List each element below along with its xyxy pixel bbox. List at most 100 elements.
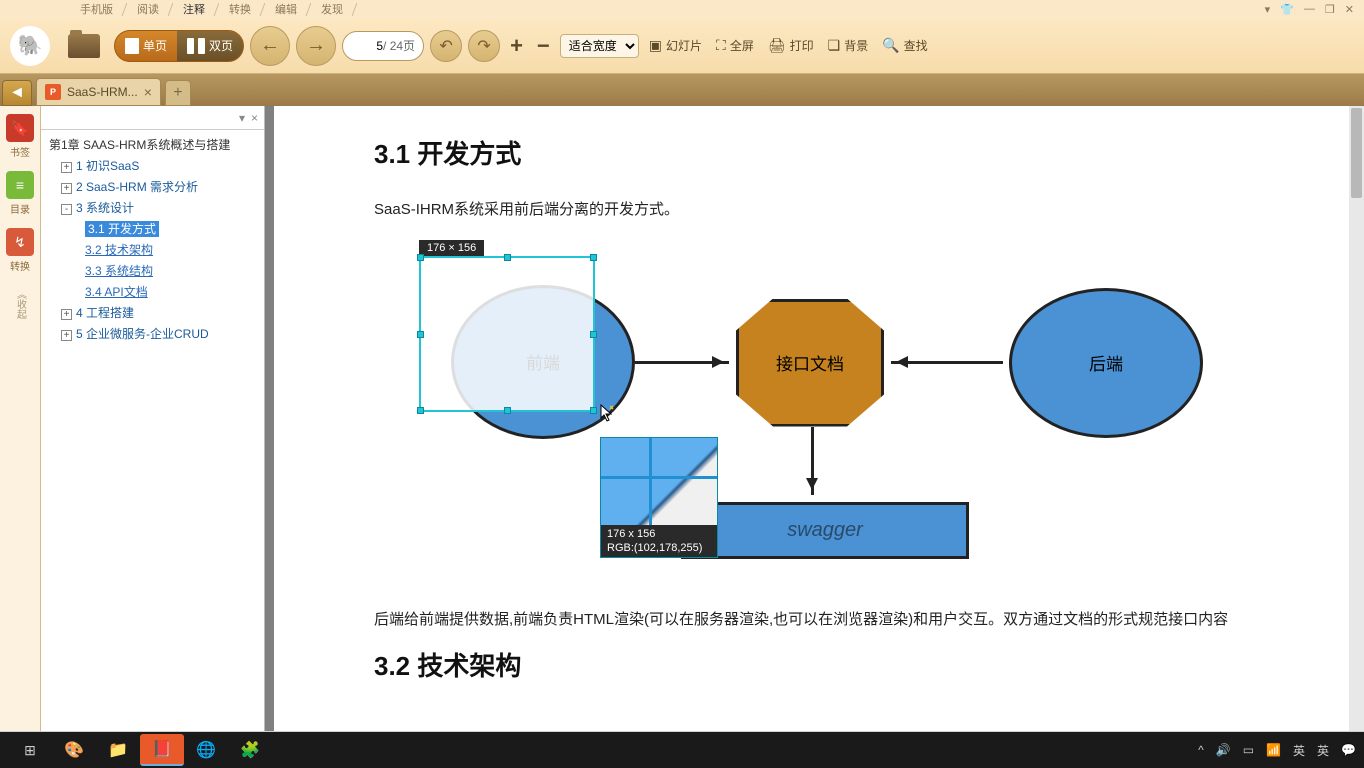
rail-bookmarks[interactable]: 🔖书签 xyxy=(4,114,36,159)
page-mode-group: 单页 双页 xyxy=(114,30,244,62)
fullscreen-icon: ⛶ xyxy=(716,37,726,54)
arrow xyxy=(891,361,1003,364)
rotate-right-button[interactable]: ↷ xyxy=(468,30,500,62)
prev-page-button[interactable]: ← xyxy=(250,26,290,66)
tray-volume-icon[interactable]: 🔊 xyxy=(1216,743,1231,757)
task-pdf[interactable]: 📕 xyxy=(140,734,184,766)
next-page-button[interactable]: → xyxy=(296,26,336,66)
magnifier-preview xyxy=(601,438,717,525)
close-icon[interactable]: ✕ xyxy=(1345,3,1354,16)
taskbar: ⊞ 🎨 📁 📕 🌐 🧩 ^ 🔊 ▭ 📶 英 英 💬 xyxy=(0,732,1364,768)
tray-wifi-icon[interactable]: 📶 xyxy=(1266,743,1281,757)
slideshow-button[interactable]: ▣幻灯片 xyxy=(645,37,706,54)
tree-item[interactable]: 3.4 API文档 xyxy=(41,281,264,302)
tab-close-icon[interactable]: × xyxy=(144,84,152,100)
tree-item[interactable]: +2 SaaS-HRM 需求分析 xyxy=(41,176,264,197)
expand-icon[interactable]: + xyxy=(61,183,72,194)
tree-label: 4 工程搭建 xyxy=(76,306,134,320)
toolbar: 🐘 单页 双页 ← → / 24页 ↶ ↷ + − 适合宽度 ▣幻灯片 ⛶全屏 … xyxy=(0,18,1364,74)
background-button[interactable]: ❏背景 xyxy=(824,37,873,54)
tree-label: 2 SaaS-HRM 需求分析 xyxy=(76,180,198,194)
task-chrome[interactable]: 🌐 xyxy=(184,734,228,766)
tree-label: 1 初识SaaS xyxy=(76,159,139,173)
tree-item[interactable]: +4 工程搭建 xyxy=(41,302,264,323)
magnifier: 176 x 156 RGB:(102,178,255) xyxy=(600,437,718,559)
menubar: 手机版 阅读 注释 转换 编辑 发现 ▾ 👕 — ❐ ✕ xyxy=(0,0,1364,18)
tray-up-icon[interactable]: ^ xyxy=(1198,743,1204,757)
sidebar-menu-icon[interactable]: ▾ xyxy=(239,111,245,125)
paragraph: 后端给前端提供数据,前端负责HTML渲染(可以在服务器渲染,也可以在浏览器渲染)… xyxy=(374,607,1255,633)
tree-root[interactable]: 第1章 SAAS-HRM系统概述与搭建 xyxy=(41,134,264,155)
app-logo[interactable]: 🐘 xyxy=(6,22,54,70)
tab-back-button[interactable]: ◄ xyxy=(2,80,32,106)
expand-icon[interactable]: + xyxy=(61,309,72,320)
expand-icon[interactable]: + xyxy=(61,162,72,173)
shirt-icon[interactable]: 👕 xyxy=(1280,3,1294,16)
task-app[interactable]: 🧩 xyxy=(228,734,272,766)
maximize-icon[interactable]: ❐ xyxy=(1325,3,1335,16)
page-number-box: / 24页 xyxy=(342,31,424,61)
menu-edit[interactable]: 编辑 xyxy=(263,1,309,17)
selection-box[interactable] xyxy=(419,256,595,412)
slideshow-icon: ▣ xyxy=(649,37,662,54)
pin-icon[interactable]: ▾ xyxy=(1265,3,1271,16)
rail-toc[interactable]: ≡目录 xyxy=(4,171,36,216)
left-rail: 🔖书签 ≡目录 ↯转换 《收起 xyxy=(0,106,41,731)
collapse-hint[interactable]: 《收起 xyxy=(13,289,28,319)
background-icon: ❏ xyxy=(828,37,841,54)
bookmark-icon: 🔖 xyxy=(6,114,34,142)
tab-title: SaaS-HRM... xyxy=(67,85,138,99)
search-button[interactable]: 🔍查找 xyxy=(878,37,931,54)
tree-label: 3.1 开发方式 xyxy=(85,221,159,237)
tree-item[interactable]: 3.3 系统结构 xyxy=(41,260,264,281)
fullscreen-button[interactable]: ⛶全屏 xyxy=(712,37,758,54)
rotate-left-button[interactable]: ↶ xyxy=(430,30,462,62)
tree-item[interactable]: 3.1 开发方式 xyxy=(41,218,264,239)
tray-battery-icon[interactable]: ▭ xyxy=(1243,743,1254,757)
file-tab[interactable]: P SaaS-HRM... × xyxy=(36,78,161,106)
tray-notifications-icon[interactable]: 💬 xyxy=(1341,743,1356,757)
tree-item[interactable]: 3.2 技术架构 xyxy=(41,239,264,260)
double-page-button[interactable]: 双页 xyxy=(177,31,243,61)
start-button[interactable]: ⊞ xyxy=(8,734,52,766)
system-tray: ^ 🔊 ▭ 📶 英 英 💬 xyxy=(1198,742,1356,759)
print-icon: 🖨 xyxy=(768,37,786,54)
scrollbar-thumb[interactable] xyxy=(1351,108,1362,198)
menu-read[interactable]: 阅读 xyxy=(125,1,171,17)
page-content: 3.1 开发方式 SaaS-IHRM系统采用前后端分离的开发方式。 前端 接口文… xyxy=(274,106,1355,731)
sidebar-close-icon[interactable]: × xyxy=(251,111,258,125)
tree-label: 3.2 技术架构 xyxy=(85,243,153,257)
menu-annotate[interactable]: 注释 xyxy=(171,1,217,17)
expand-icon[interactable]: + xyxy=(61,330,72,341)
vertical-scrollbar[interactable] xyxy=(1349,106,1364,731)
rail-convert[interactable]: ↯转换 xyxy=(4,228,36,273)
heading-3-2: 3.2 技术架构 xyxy=(374,646,1255,683)
tray-ime1[interactable]: 英 xyxy=(1293,742,1305,759)
print-button[interactable]: 🖨打印 xyxy=(764,37,818,54)
task-paint[interactable]: 🎨 xyxy=(52,734,96,766)
tree-item[interactable]: +1 初识SaaS xyxy=(41,155,264,176)
main-area: 🔖书签 ≡目录 ↯转换 《收起 ▾ × 第1章 SAAS-HRM系统概述与搭建 +… xyxy=(0,106,1364,731)
tree-item[interactable]: +5 企业微服务-企业CRUD xyxy=(41,323,264,344)
expand-icon[interactable]: - xyxy=(61,204,72,215)
open-file-button[interactable] xyxy=(60,22,108,70)
menu-convert[interactable]: 转换 xyxy=(217,1,263,17)
zoom-in-button[interactable]: + xyxy=(506,33,527,59)
menu-mobile[interactable]: 手机版 xyxy=(68,1,125,17)
document-view[interactable]: 3.1 开发方式 SaaS-IHRM系统采用前后端分离的开发方式。 前端 接口文… xyxy=(265,106,1364,731)
tree-label: 5 企业微服务-企业CRUD xyxy=(76,327,209,341)
task-explorer[interactable]: 📁 xyxy=(96,734,140,766)
node-api-doc: 接口文档 xyxy=(736,299,884,427)
zoom-out-button[interactable]: − xyxy=(533,33,554,59)
tray-ime2[interactable]: 英 xyxy=(1317,742,1329,759)
zoom-select[interactable]: 适合宽度 xyxy=(560,34,639,58)
pdf-icon: P xyxy=(45,84,61,100)
menu-discover[interactable]: 发现 xyxy=(309,1,355,17)
minimize-icon[interactable]: — xyxy=(1304,3,1315,16)
page-input[interactable] xyxy=(351,39,383,53)
search-icon: 🔍 xyxy=(882,37,899,54)
single-page-button[interactable]: 单页 xyxy=(115,31,177,61)
tree-item[interactable]: -3 系统设计 xyxy=(41,197,264,218)
arrow xyxy=(635,361,729,364)
add-tab-button[interactable]: + xyxy=(165,80,191,106)
